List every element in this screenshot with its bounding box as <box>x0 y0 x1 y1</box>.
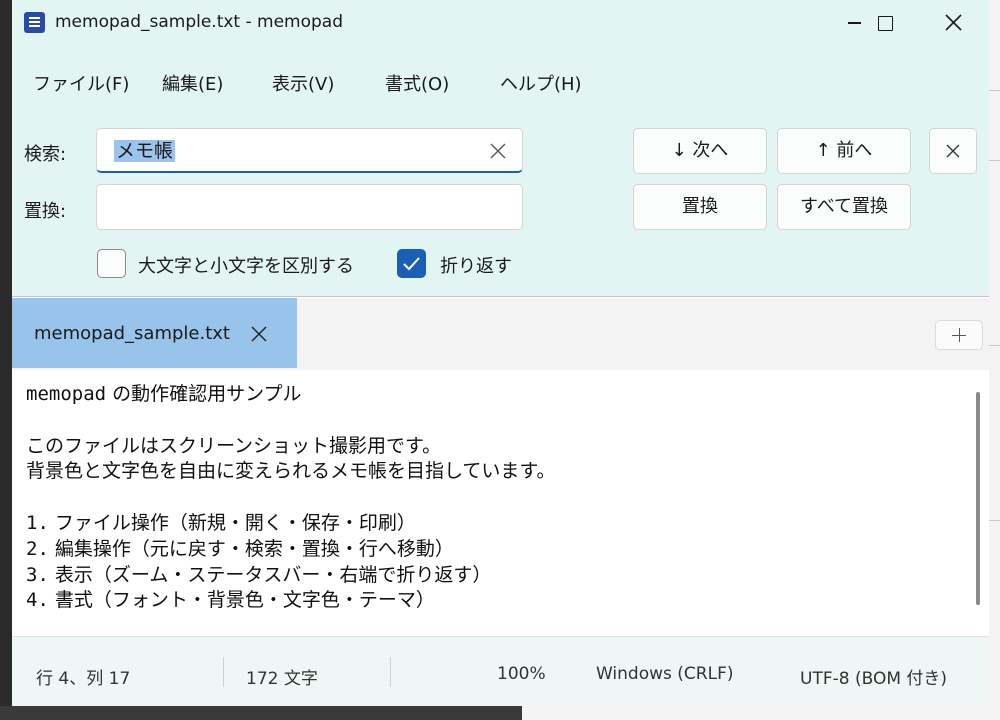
editor-line: 背景色と文字色を自由に変えられるメモ帳を目指しています。 <box>26 460 556 482</box>
replace-input[interactable] <box>96 184 523 230</box>
find-replace-panel: 検索: メモ帳 置換: ↓ 次へ ↑ 前へ 置換 すべて置換 大文字と小文字を区… <box>12 116 989 297</box>
memopad-window: memopad_sample.txt - memopad ファイル(F) 編集(… <box>12 0 989 706</box>
close-icon <box>945 14 962 31</box>
background-window-edge <box>988 0 1000 720</box>
tab-close-icon[interactable] <box>250 325 268 343</box>
vertical-scrollbar[interactable] <box>976 392 980 605</box>
menu-format[interactable]: 書式(O) <box>385 70 449 96</box>
status-char-count: 172 文字 <box>246 669 318 689</box>
background-document-edge <box>522 706 1000 720</box>
close-find-button[interactable] <box>929 128 977 174</box>
window-title: memopad_sample.txt - memopad <box>55 12 344 32</box>
close-icon <box>946 144 960 158</box>
search-input[interactable]: メモ帳 <box>96 128 523 173</box>
wrap-around-label[interactable]: 折り返す <box>440 252 512 278</box>
replace-all-button[interactable]: すべて置換 <box>777 184 911 230</box>
search-label: 検索: <box>24 144 67 165</box>
menu-edit[interactable]: 編集(E) <box>162 70 223 96</box>
status-bar: 行 4、列 17 172 文字 100% Windows (CRLF) UTF-… <box>12 636 989 706</box>
replace-button[interactable]: 置換 <box>633 184 767 230</box>
status-cursor-position: 行 4、列 17 <box>36 669 131 689</box>
menu-view[interactable]: 表示(V) <box>272 70 334 96</box>
match-case-label[interactable]: 大文字と小文字を区別する <box>138 252 354 278</box>
maximize-button[interactable] <box>861 0 907 46</box>
replace-label: 置換: <box>24 201 67 222</box>
clear-search-icon[interactable] <box>489 142 507 160</box>
status-encoding[interactable]: UTF-8 (BOM 付き) <box>800 664 947 689</box>
match-case-checkbox[interactable] <box>97 249 126 278</box>
tab-label: memopad_sample.txt <box>34 323 230 344</box>
text-editor[interactable]: memopad の動作確認用サンプル このファイルはスクリーンショット撮影用です… <box>12 370 989 636</box>
menu-file[interactable]: ファイル(F) <box>33 70 129 96</box>
close-window-button[interactable] <box>930 0 976 46</box>
find-next-button[interactable]: ↓ 次へ <box>633 128 767 174</box>
menu-bar: ファイル(F) 編集(E) 表示(V) 書式(O) ヘルプ(H) <box>12 46 989 116</box>
status-line-ending[interactable]: Windows (CRLF) <box>596 664 734 684</box>
wrap-around-checkbox[interactable] <box>397 249 426 278</box>
tab-bar: memopad_sample.txt <box>12 298 989 370</box>
title-bar[interactable]: memopad_sample.txt - memopad <box>12 0 989 46</box>
tab-memopad-sample[interactable]: memopad_sample.txt <box>12 298 297 368</box>
status-divider <box>223 657 224 687</box>
editor-line: 2. 編集操作（元に戻す・検索・置換・行へ移動） <box>26 538 454 560</box>
menu-help[interactable]: ヘルプ(H) <box>500 70 582 96</box>
editor-line: 1. ファイル操作（新規・開く・保存・印刷） <box>26 512 416 534</box>
new-tab-button[interactable] <box>935 320 983 350</box>
status-divider <box>390 657 391 687</box>
editor-line: 3. 表示（ズーム・ステータスバー・右端で折り返す） <box>26 564 492 586</box>
find-previous-button[interactable]: ↑ 前へ <box>777 128 911 174</box>
editor-line: memopad の動作確認用サンプル <box>26 383 302 405</box>
status-zoom[interactable]: 100% <box>497 664 546 684</box>
editor-line: 4. 書式（フォント・背景色・文字色・テーマ） <box>26 589 435 611</box>
checkmark-icon <box>403 257 420 271</box>
editor-line: このファイルはスクリーンショット撮影用です。 <box>26 435 442 457</box>
search-input-value[interactable]: メモ帳 <box>114 140 176 162</box>
notepad-app-icon <box>24 12 45 33</box>
